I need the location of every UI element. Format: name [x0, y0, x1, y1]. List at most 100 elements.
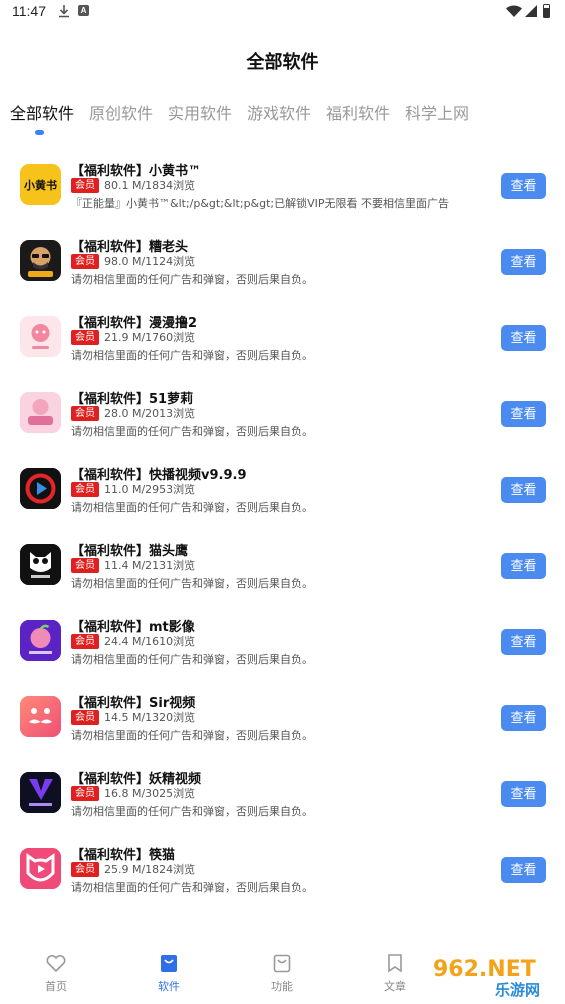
tab-games[interactable]: 游戏软件	[247, 100, 311, 124]
nav-home[interactable]: 首页	[26, 946, 86, 994]
tab-welfare[interactable]: 福利软件	[326, 100, 390, 124]
tab-utility[interactable]: 实用软件	[168, 100, 232, 124]
nav-software-label: 软件	[158, 980, 180, 993]
item-title: 【福利软件】mt影像	[71, 620, 195, 635]
nav-features-label: 功能	[271, 980, 293, 993]
list-item[interactable]: 【福利软件】妖精视频 会员 16.8 M/3025浏览 请勿相信里面的任何广告和…	[0, 754, 565, 830]
51luoli-app-icon	[20, 392, 61, 433]
view-button[interactable]: 查看	[501, 173, 546, 199]
list-item[interactable]: 【福利软件】糟老头 会员 98.0 M/1124浏览 请勿相信里面的任何广告和弹…	[0, 222, 565, 298]
watermark-bottom-text: 乐游网	[495, 981, 540, 999]
vip-badge: 会员	[71, 482, 99, 497]
v-logo-icon	[20, 772, 61, 813]
item-description: 请勿相信里面的任何广告和弹窗，否则后果自负。	[71, 805, 313, 818]
battery-icon	[543, 4, 550, 18]
item-description: 请勿相信里面的任何广告和弹窗，否则后果自负。	[71, 273, 313, 286]
view-button[interactable]: 查看	[501, 553, 546, 579]
view-button[interactable]: 查看	[501, 629, 546, 655]
item-description: 请勿相信里面的任何广告和弹窗，否则后果自负。	[71, 881, 313, 894]
list-item[interactable]: 【福利软件】猫头鹰 会员 11.4 M/2131浏览 请勿相信里面的任何广告和弹…	[0, 526, 565, 602]
view-button[interactable]: 查看	[501, 249, 546, 275]
item-description: 请勿相信里面的任何广告和弹窗，否则后果自负。	[71, 653, 313, 666]
view-button[interactable]: 查看	[501, 401, 546, 427]
tab-all[interactable]: 全部软件	[10, 100, 74, 124]
nav-articles[interactable]: 文章	[365, 946, 425, 994]
bookmark-icon	[388, 954, 402, 973]
962-watermark-logo: 962.NET 乐游网	[425, 950, 560, 1000]
item-meta: 28.0 M/2013浏览	[104, 407, 196, 420]
list-item[interactable]: 【福利软件】筷猫 会员 25.9 M/1824浏览 请勿相信里面的任何广告和弹窗…	[0, 830, 565, 906]
item-title: 【福利软件】Sir视频	[71, 696, 196, 711]
tab-indicator	[35, 130, 44, 135]
play-logo-icon	[20, 468, 61, 509]
watermark-top-text: 962.NET	[433, 957, 536, 982]
list-item[interactable]: 【福利软件】51萝莉 会员 28.0 M/2013浏览 请勿相信里面的任何广告和…	[0, 374, 565, 450]
owl-icon	[20, 544, 61, 585]
item-meta: 16.8 M/3025浏览	[104, 787, 196, 800]
heart-icon	[46, 954, 66, 973]
tab-original[interactable]: 原创软件	[89, 100, 153, 124]
item-meta: 11.0 M/2953浏览	[104, 483, 196, 496]
item-title: 【福利软件】快播视频v9.9.9	[71, 468, 247, 483]
item-description: 请勿相信里面的任何广告和弹窗，否则后果自负。	[71, 577, 313, 590]
view-button[interactable]: 查看	[501, 781, 546, 807]
kuaibo-app-icon	[20, 468, 61, 509]
vip-badge: 会员	[71, 406, 99, 421]
item-title: 【福利软件】小黄书™	[71, 164, 202, 179]
bag-outline-icon	[273, 954, 291, 973]
status-bar: 11:47 A	[0, 0, 565, 26]
item-description: 请勿相信里面的任何广告和弹窗，否则后果自负。	[71, 501, 313, 514]
download-icon	[59, 5, 69, 18]
vip-badge: 会员	[71, 786, 99, 801]
nav-articles-label: 文章	[384, 980, 406, 993]
yaojing-app-icon	[20, 772, 61, 813]
zaolaotou-app-icon	[20, 240, 61, 281]
item-description: 请勿相信里面的任何广告和弹窗，否则后果自负。	[71, 349, 313, 362]
vip-badge: 会员	[71, 178, 99, 193]
tab-vpn[interactable]: 科学上网	[405, 100, 469, 124]
shopping-bag-icon	[161, 955, 177, 972]
item-title: 【福利软件】漫漫撸2	[71, 316, 198, 331]
view-button[interactable]: 查看	[501, 477, 546, 503]
page-title: 全部软件	[246, 52, 319, 73]
item-description: 请勿相信里面的任何广告和弹窗，否则后果自负。	[71, 425, 313, 438]
app-icon-text: 小黄书	[24, 178, 57, 192]
item-meta: 25.9 M/1824浏览	[104, 863, 196, 876]
item-title: 【福利软件】妖精视频	[71, 772, 202, 787]
item-description: 请勿相信里面的任何广告和弹窗，否则后果自负。	[71, 729, 313, 742]
category-tabs: 全部软件 原创软件 实用软件 游戏软件 福利软件 科学上网	[0, 100, 565, 140]
list-item[interactable]: 【福利软件】快播视频v9.9.9 会员 11.0 M/2953浏览 请勿相信里面…	[0, 450, 565, 526]
item-title: 【福利软件】糟老头	[71, 240, 189, 255]
view-button[interactable]: 查看	[501, 325, 546, 351]
nav-features[interactable]: 功能	[252, 946, 312, 994]
nav-home-label: 首页	[45, 980, 67, 993]
signal-icon	[525, 5, 537, 17]
maotouying-app-icon	[20, 544, 61, 585]
kuaimao-app-icon	[20, 848, 61, 889]
nav-software[interactable]: 软件	[139, 946, 199, 994]
list-item[interactable]: 小黄书 【福利软件】小黄书™ 会员 80.1 M/1834浏览 『正能量』小黄书…	[0, 146, 565, 222]
vip-badge: 会员	[71, 710, 99, 725]
view-button[interactable]: 查看	[501, 857, 546, 883]
cat-play-icon	[20, 848, 61, 889]
vip-badge: 会员	[71, 254, 99, 269]
vip-badge: 会员	[71, 634, 99, 649]
sir-app-icon	[20, 696, 61, 737]
item-meta: 11.4 M/2131浏览	[104, 559, 196, 572]
item-description: 『正能量』小黄书™&lt;/p&gt;&lt;p&gt;已解锁VIP无限看 不要…	[71, 197, 450, 210]
old-man-face-icon	[20, 240, 61, 281]
item-meta: 98.0 M/1124浏览	[104, 255, 196, 268]
list-item[interactable]: 【福利软件】Sir视频 会员 14.5 M/1320浏览 请勿相信里面的任何广告…	[0, 678, 565, 754]
mustache-logo-icon	[20, 696, 61, 737]
notification-a-icon: A	[78, 5, 89, 16]
view-button[interactable]: 查看	[501, 705, 546, 731]
item-meta: 80.1 M/1834浏览	[104, 179, 196, 192]
vip-badge: 会员	[71, 862, 99, 877]
status-time: 11:47	[12, 3, 46, 19]
list-item[interactable]: 【福利软件】漫漫撸2 会员 21.9 M/1760浏览 请勿相信里面的任何广告和…	[0, 298, 565, 374]
list-item[interactable]: 【福利软件】mt影像 会员 24.4 M/1610浏览 请勿相信里面的任何广告和…	[0, 602, 565, 678]
pink-logo-icon	[20, 392, 61, 433]
item-title: 【福利软件】筷猫	[71, 848, 176, 863]
item-meta: 14.5 M/1320浏览	[104, 711, 196, 724]
item-title: 【福利软件】51萝莉	[71, 392, 194, 407]
